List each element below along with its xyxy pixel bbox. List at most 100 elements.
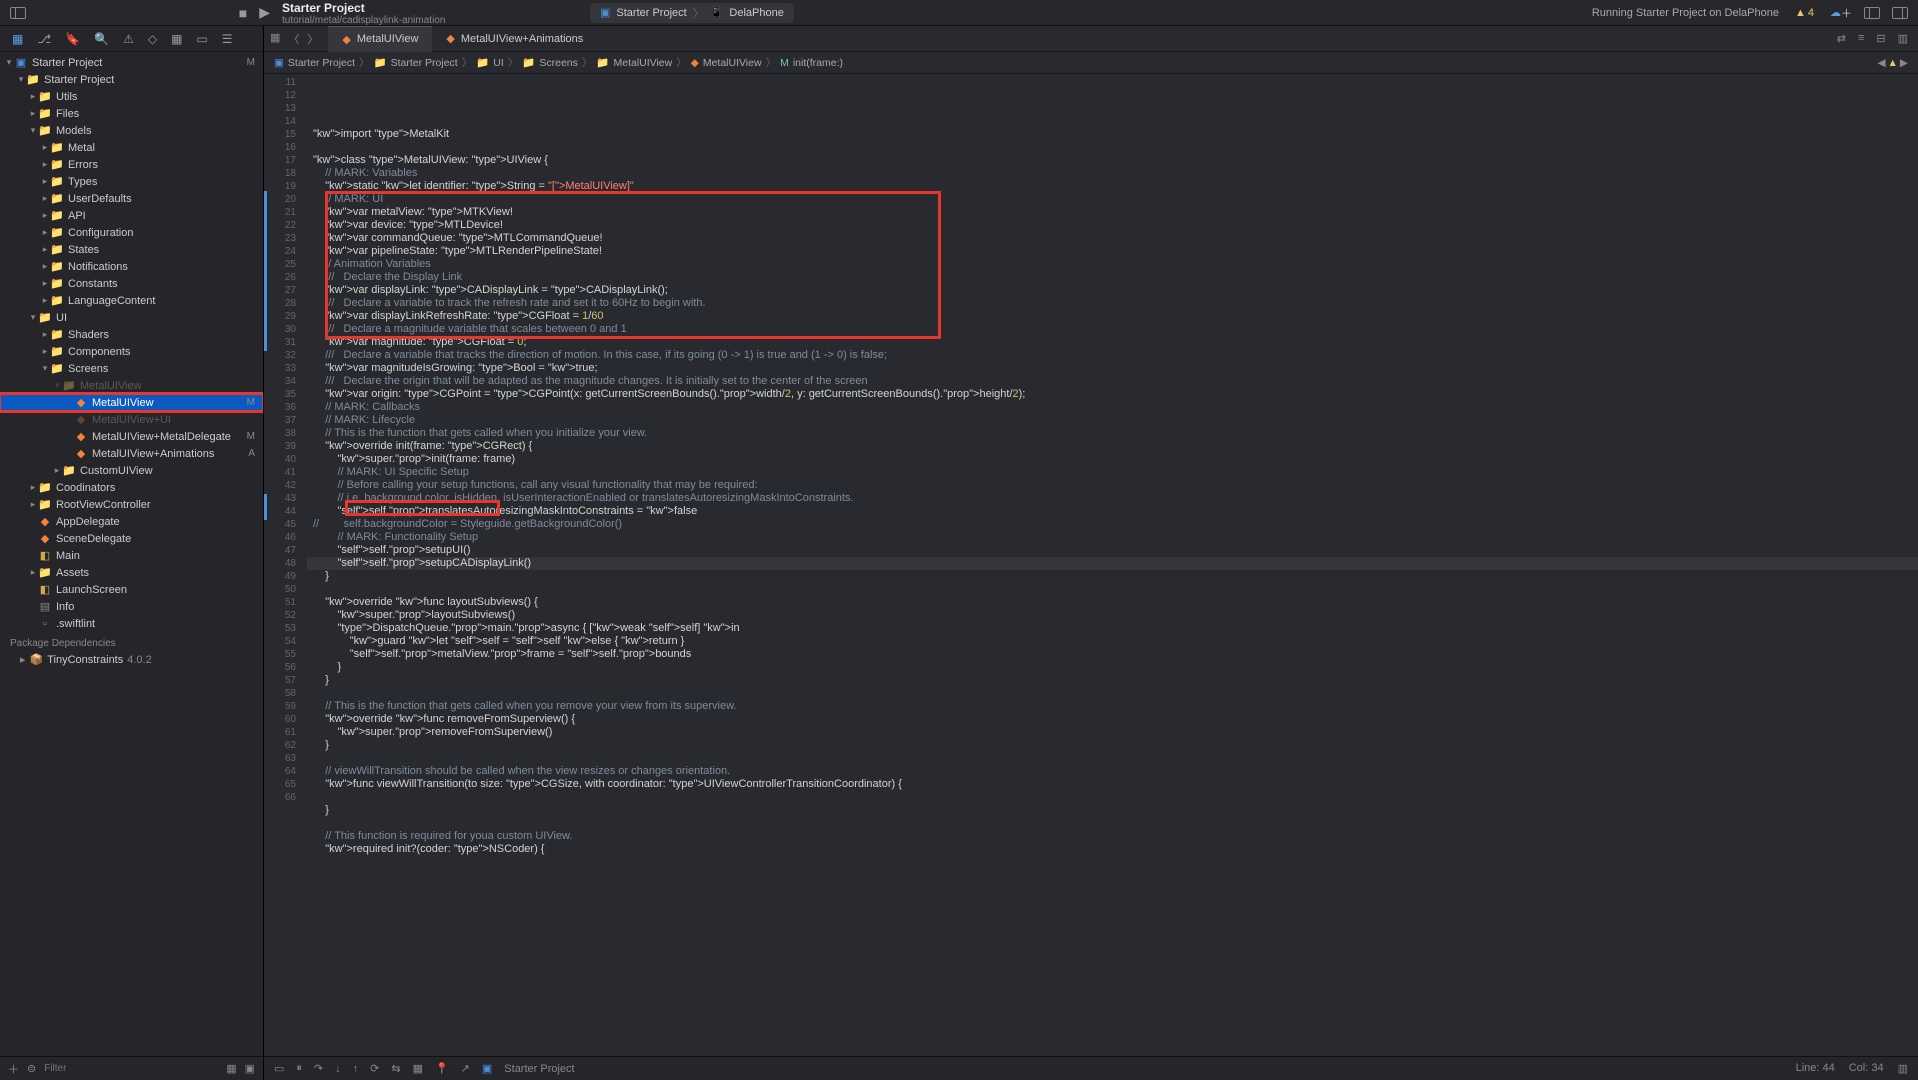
tree-folder[interactable]: ▸📁CustomUIView bbox=[0, 462, 263, 479]
debug-refresh-icon[interactable]: ⟳ bbox=[370, 1062, 379, 1075]
run-button[interactable]: ▶ bbox=[259, 4, 270, 21]
filter-bar: ＋ ⊜ ▦ ▣ bbox=[0, 1056, 263, 1080]
phone-icon: 📱 bbox=[710, 6, 724, 19]
tree-root[interactable]: ▾▣ Starter Project M bbox=[0, 54, 263, 71]
forward-icon[interactable]: 〉 bbox=[307, 31, 318, 47]
tree-folder[interactable]: ▾📁Screens bbox=[0, 360, 263, 377]
step-over-icon[interactable]: ↷ bbox=[314, 1062, 323, 1075]
issue-icon[interactable]: ⚠ bbox=[123, 32, 134, 46]
debug-memory-icon[interactable]: ▦ bbox=[413, 1062, 423, 1075]
tree-file[interactable]: ◆MetalUIViewM bbox=[0, 394, 263, 411]
adjust-icon[interactable]: ⊟ bbox=[1876, 32, 1885, 45]
project-navigator-icon[interactable]: ▦ bbox=[12, 32, 23, 46]
line-gutter: 1112131415161718192021222324252627282930… bbox=[264, 74, 304, 1056]
navigator: ▦ ⎇ 🔖 🔍 ⚠ ◇ ▦ ▭ ☰ ▾▣ Starter Project M ▾… bbox=[0, 26, 264, 1080]
tree-folder[interactable]: ▸📁Errors bbox=[0, 156, 263, 173]
cursor-line: Line: 44 bbox=[1796, 1062, 1835, 1075]
tab-active[interactable]: ◆ MetalUIView bbox=[328, 26, 432, 52]
tree-folder[interactable]: ▸📁Constants bbox=[0, 275, 263, 292]
next-issue-icon[interactable]: ▶ bbox=[1900, 57, 1908, 69]
tree-folder[interactable]: ▸📁Types bbox=[0, 173, 263, 190]
tree-folder[interactable]: ▾📁Models bbox=[0, 122, 263, 139]
debug-icon[interactable]: ▦ bbox=[171, 32, 182, 46]
step-out-icon[interactable]: ↑ bbox=[353, 1063, 359, 1075]
tree-folder[interactable]: ▸📁Shaders bbox=[0, 326, 263, 343]
tree-folder[interactable]: ▸📁States bbox=[0, 241, 263, 258]
tree-file[interactable]: ◆MetalUIView+UI bbox=[0, 411, 263, 428]
tree-folder[interactable]: ▸📁Coodinators bbox=[0, 479, 263, 496]
app-icon: ▣ bbox=[600, 6, 610, 19]
code-editor[interactable]: 1112131415161718192021222324252627282930… bbox=[264, 74, 1918, 1056]
tree-folder[interactable]: ▸📁LanguageContent bbox=[0, 292, 263, 309]
package-deps-header: Package Dependencies bbox=[0, 632, 263, 651]
tree-folder[interactable]: ▾📁MetalUIView bbox=[0, 377, 263, 394]
report-icon[interactable]: ☰ bbox=[222, 32, 233, 46]
recent-icon[interactable]: ▦ bbox=[226, 1062, 236, 1075]
add-button[interactable]: ＋ bbox=[1841, 5, 1852, 21]
split-icon[interactable]: ▥ bbox=[1898, 32, 1908, 45]
debug-hierarchy-icon[interactable]: ⇆ bbox=[391, 1062, 400, 1075]
toggle-navigator-icon[interactable] bbox=[10, 7, 26, 19]
filter-input[interactable] bbox=[44, 1063, 218, 1074]
test-icon[interactable]: ◇ bbox=[148, 32, 157, 46]
lines-icon[interactable]: ≡ bbox=[1858, 32, 1864, 45]
toggle-debug-icon[interactable]: ▭ bbox=[274, 1062, 284, 1075]
tree-folder[interactable]: ▾📁 Starter Project bbox=[0, 71, 263, 88]
step-into-icon[interactable]: ↓ bbox=[335, 1063, 341, 1075]
tree-file[interactable]: ▤Info bbox=[0, 598, 263, 615]
tree-folder[interactable]: ▸📁Utils bbox=[0, 88, 263, 105]
scheme-selector[interactable]: ▣ Starter Project 〉 📱 DelaPhone bbox=[590, 3, 794, 23]
editor-area: ▦ 〈 〉 ◆ MetalUIView ◆ MetalUIView+Animat… bbox=[264, 26, 1918, 1080]
file-tree[interactable]: ▾▣ Starter Project M ▾📁 Starter Project … bbox=[0, 52, 263, 1056]
navigator-selector-bar: ▦ ⎇ 🔖 🔍 ⚠ ◇ ▦ ▭ ☰ bbox=[0, 26, 263, 52]
tree-file[interactable]: ◆SceneDelegate bbox=[0, 530, 263, 547]
debug-location-icon[interactable]: 📍 bbox=[435, 1062, 449, 1075]
swift-icon: ◆ bbox=[342, 33, 350, 46]
back-icon[interactable]: 〈 bbox=[288, 31, 299, 47]
related-items-icon[interactable]: ▦ bbox=[270, 31, 280, 47]
pause-icon[interactable]: ⏸ bbox=[296, 1062, 302, 1075]
bookmark-icon[interactable]: 🔖 bbox=[65, 32, 80, 46]
debug-override-icon[interactable]: ↗ bbox=[461, 1062, 470, 1075]
breakpoint-icon[interactable]: ▭ bbox=[196, 32, 207, 46]
tree-folder[interactable]: ▸📁Metal bbox=[0, 139, 263, 156]
tree-file[interactable]: ◆MetalUIView+AnimationsA bbox=[0, 445, 263, 462]
toggle-console-icon[interactable]: ▥ bbox=[1898, 1062, 1908, 1075]
tree-folder[interactable]: ▾📁UI bbox=[0, 309, 263, 326]
tree-folder[interactable]: ▸📁Assets bbox=[0, 564, 263, 581]
cloud-icon[interactable]: ☁ bbox=[1830, 6, 1841, 19]
tree-folder[interactable]: ▸📁RootViewController bbox=[0, 496, 263, 513]
branch-label: tutorial/metal/cadisplaylink-animation bbox=[282, 15, 445, 26]
tree-folder[interactable]: ▸📁UserDefaults bbox=[0, 190, 263, 207]
tree-folder[interactable]: ▸📁Configuration bbox=[0, 224, 263, 241]
prev-issue-icon[interactable]: ◀ bbox=[1877, 57, 1885, 69]
build-status: Running Starter Project on DelaPhone bbox=[1592, 7, 1779, 19]
tree-file[interactable]: ◧Main bbox=[0, 547, 263, 564]
tree-folder[interactable]: ▸📁API bbox=[0, 207, 263, 224]
project-title: Starter Project bbox=[282, 1, 365, 15]
tree-folder[interactable]: ▸📁Files bbox=[0, 105, 263, 122]
tree-file[interactable]: ◧LaunchScreen bbox=[0, 581, 263, 598]
cursor-col: Col: 34 bbox=[1849, 1062, 1884, 1075]
stop-button[interactable]: ■ bbox=[239, 5, 247, 21]
tree-file[interactable]: ◆MetalUIView+MetalDelegateM bbox=[0, 428, 263, 445]
find-icon[interactable]: 🔍 bbox=[94, 32, 109, 46]
toggle-library-icon[interactable] bbox=[1864, 7, 1880, 19]
tree-file[interactable]: ◆AppDelegate bbox=[0, 513, 263, 530]
tree-folder[interactable]: ▸📁Components bbox=[0, 343, 263, 360]
tab-bar: ▦ 〈 〉 ◆ MetalUIView ◆ MetalUIView+Animat… bbox=[264, 26, 1918, 52]
warnings-badge[interactable]: ▲ 4 bbox=[1795, 7, 1814, 19]
debug-bar: ▭ ⏸ ↷ ↓ ↑ ⟳ ⇆ ▦ 📍 ↗ ▣Starter Project Lin… bbox=[264, 1056, 1918, 1080]
filter-icon[interactable]: ⊜ bbox=[27, 1062, 36, 1075]
tree-file[interactable]: ▫.swiftlint bbox=[0, 615, 263, 632]
toggle-inspector-icon[interactable] bbox=[1892, 7, 1908, 19]
jump-bar[interactable]: ▣Starter Project〉 📁Starter Project〉 📁UI〉… bbox=[264, 52, 1918, 74]
source-control-icon[interactable]: ⎇ bbox=[37, 32, 51, 46]
scm-filter-icon[interactable]: ▣ bbox=[245, 1062, 255, 1075]
swift-icon: ◆ bbox=[446, 32, 454, 45]
add-icon[interactable]: ＋ bbox=[8, 1061, 19, 1077]
tab-second[interactable]: ◆ MetalUIView+Animations bbox=[432, 26, 597, 52]
package-row[interactable]: ▸ 📦 TinyConstraints 4.0.2 bbox=[0, 651, 263, 668]
tree-folder[interactable]: ▸📁Notifications bbox=[0, 258, 263, 275]
arrows-icon[interactable]: ⇄ bbox=[1837, 32, 1846, 45]
